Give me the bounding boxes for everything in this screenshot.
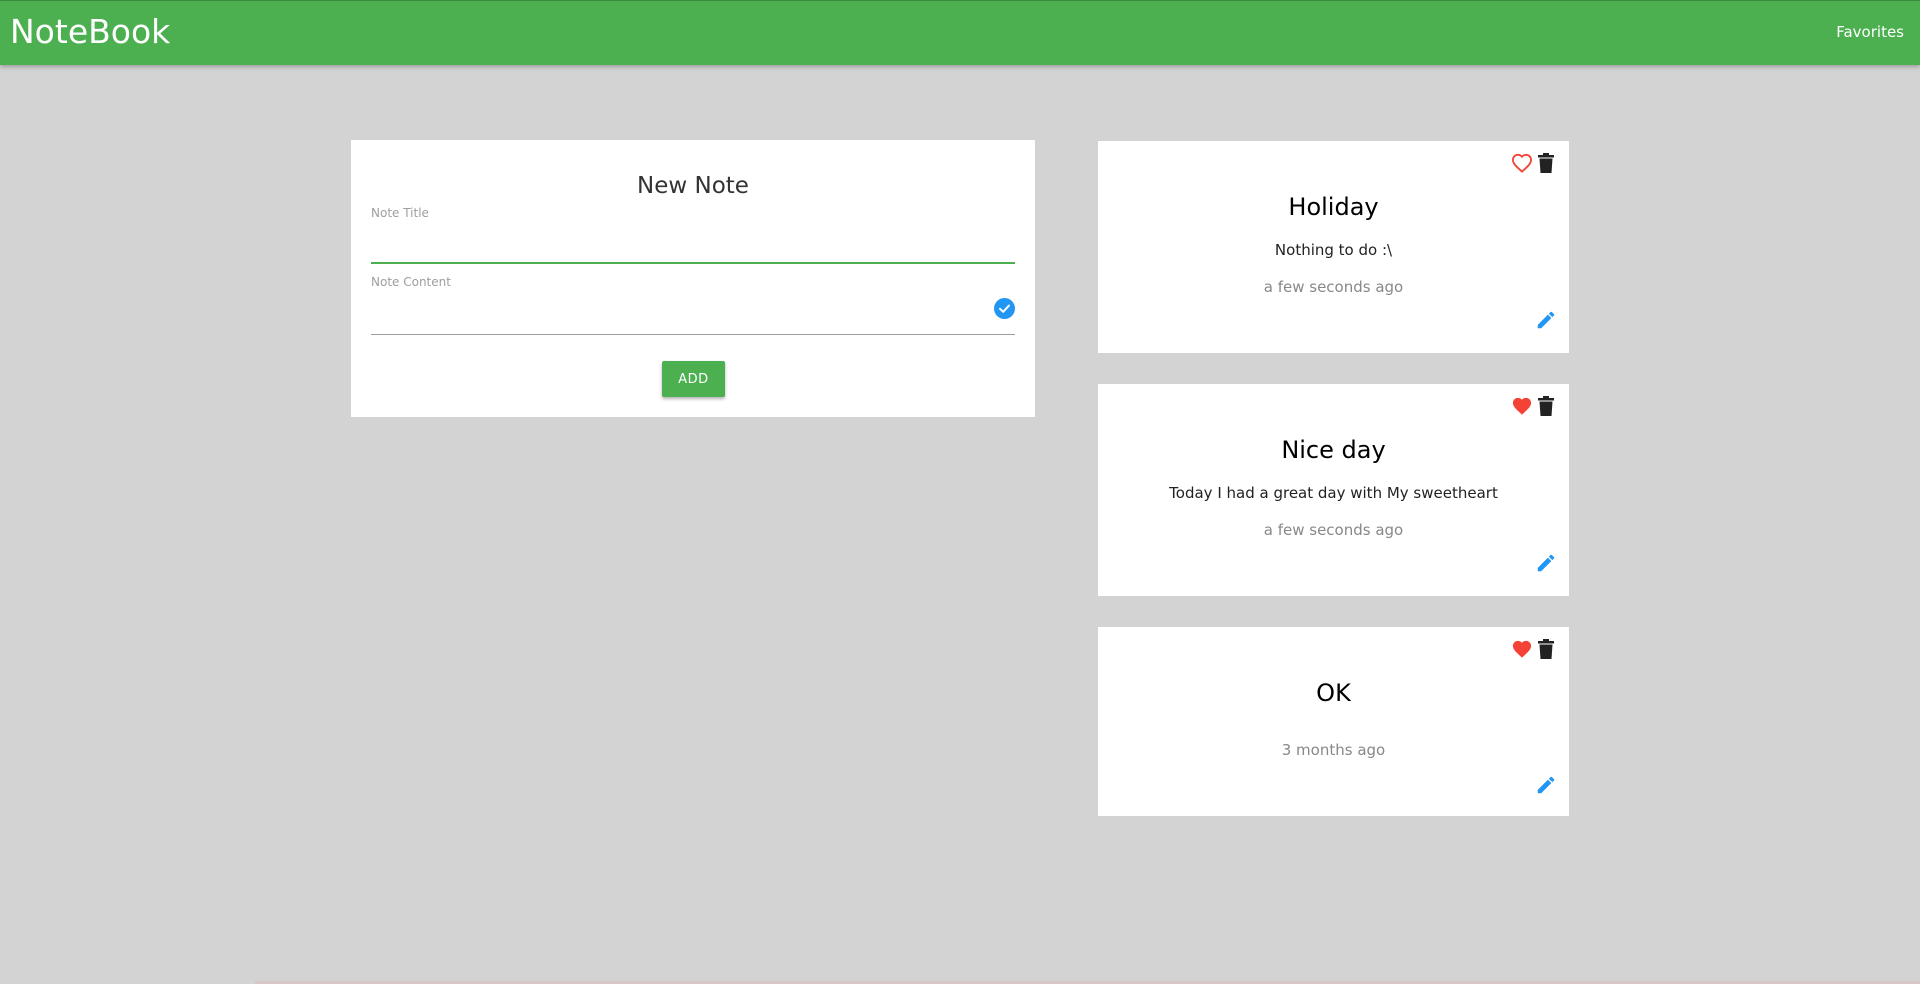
note-content: Today I had a great day with My sweethea… xyxy=(1169,484,1498,502)
note-content-input[interactable] xyxy=(371,301,1015,335)
note-card: Nice day Today I had a great day with My… xyxy=(1098,384,1569,596)
note-card: Holiday Nothing to do :\ a few seconds a… xyxy=(1098,141,1569,353)
heart-outline-icon[interactable] xyxy=(1511,153,1533,173)
heart-filled-icon[interactable] xyxy=(1511,639,1533,659)
pencil-icon[interactable] xyxy=(1535,309,1557,331)
note-content: Nothing to do :\ xyxy=(1274,241,1393,259)
pencil-icon[interactable] xyxy=(1535,552,1557,574)
note-title-input[interactable] xyxy=(371,230,1015,264)
trash-icon[interactable] xyxy=(1538,153,1554,173)
check-circle-icon xyxy=(994,298,1015,319)
note-title: Nice day xyxy=(1281,436,1386,464)
navbar: NoteBook Favorites xyxy=(0,0,1920,65)
brand-logo[interactable]: NoteBook xyxy=(10,12,170,52)
add-note-button[interactable]: ADD xyxy=(662,361,725,397)
note-content-field: Note Content xyxy=(371,275,1015,335)
nav-favorites-link[interactable]: Favorites xyxy=(1836,23,1904,41)
form-heading: New Note xyxy=(637,173,749,199)
pencil-icon[interactable] xyxy=(1535,774,1557,796)
note-title: Holiday xyxy=(1288,193,1379,221)
note-content-label: Note Content xyxy=(371,275,451,289)
note-timestamp: a few seconds ago xyxy=(1263,278,1404,296)
note-timestamp: 3 months ago xyxy=(1281,741,1386,759)
note-timestamp: a few seconds ago xyxy=(1263,521,1404,539)
trash-icon[interactable] xyxy=(1538,639,1554,659)
note-title: OK xyxy=(1316,679,1351,707)
trash-icon[interactable] xyxy=(1538,396,1554,416)
new-note-form: New Note Note Title Note Content ADD xyxy=(351,140,1035,417)
heart-filled-icon[interactable] xyxy=(1511,396,1533,416)
note-card: OK 3 months ago xyxy=(1098,627,1569,816)
note-title-label: Note Title xyxy=(371,206,429,220)
note-title-field: Note Title xyxy=(371,206,1015,264)
